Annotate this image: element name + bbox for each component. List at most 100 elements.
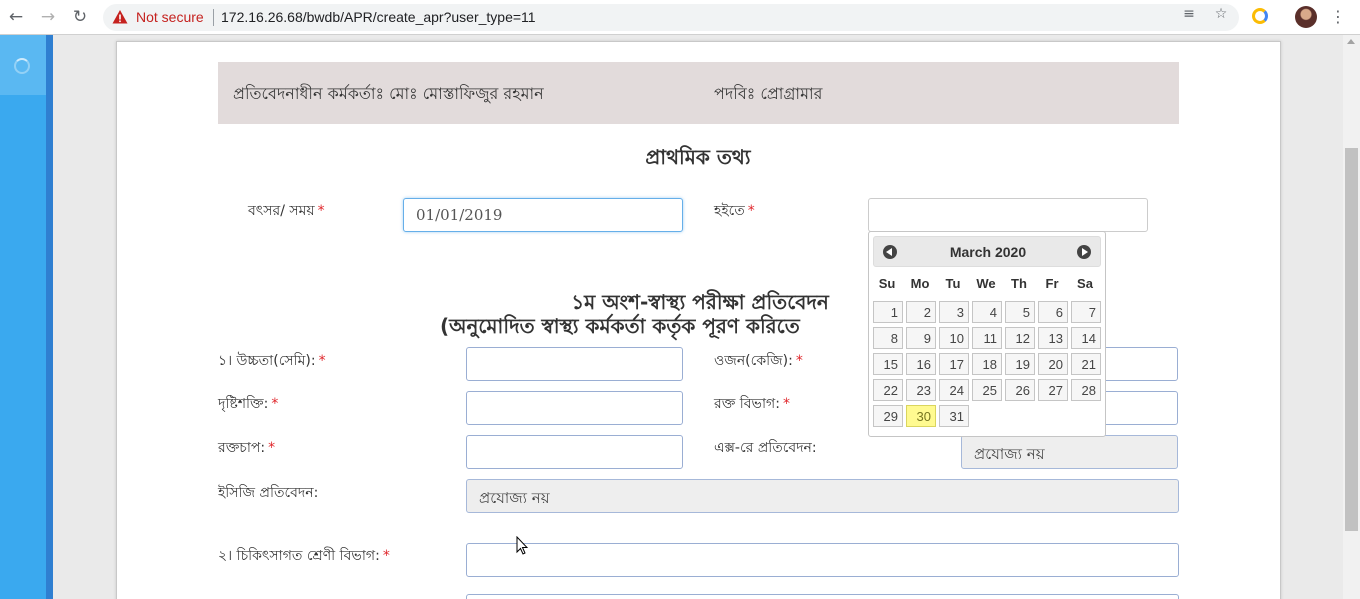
height-label: ১। উচ্চতা(সেমি): *: [218, 349, 326, 373]
weekday-header: Su: [878, 276, 896, 291]
blood-pressure-input[interactable]: [466, 435, 683, 469]
calendar-day[interactable]: 20: [1038, 353, 1068, 375]
medical-class-label-text: ২। চিকিৎসাগত শ্রেণী বিভাগ:: [218, 548, 380, 564]
calendar-day[interactable]: 15: [873, 353, 903, 375]
security-status[interactable]: Not secure: [136, 9, 204, 25]
next-month-icon[interactable]: [1077, 245, 1091, 259]
calendar-day[interactable]: 17: [939, 353, 969, 375]
weekday-header: Fr: [1045, 276, 1059, 291]
ecg-label: ইসিজি প্রতিবেদন:: [218, 485, 319, 501]
ecg-input[interactable]: প্রযোজ্য নয়: [466, 479, 1179, 513]
calendar-day[interactable]: 9: [906, 327, 936, 349]
calendar-day[interactable]: 31: [939, 405, 969, 427]
xray-input[interactable]: প্রযোজ্য নয়: [961, 435, 1178, 469]
datepicker-header: March 2020: [873, 236, 1101, 267]
calendar-day[interactable]: 10: [939, 327, 969, 349]
calendar-day[interactable]: 24: [939, 379, 969, 401]
calendar-day[interactable]: 14: [1071, 327, 1101, 349]
calendar-day[interactable]: 27: [1038, 379, 1068, 401]
weekday-header: Th: [1011, 276, 1027, 291]
year-label-text: বৎসর/ সময়: [248, 203, 315, 219]
eyesight-input[interactable]: [466, 391, 683, 425]
datepicker-month: March 2020: [949, 244, 1027, 260]
blood-pressure-label-text: রক্তচাপ:: [218, 440, 266, 456]
section-subtitle-health-report: (অনুমোদিত স্বাস্থ্য কর্মকর্তা কর্তৃক পূর…: [440, 314, 800, 338]
page-gutter: [53, 35, 116, 599]
datepicker: March 2020 Su Mo Tu We Th Fr Sa 1 2 3 4 5 6 7 8 9 10 11 12…: [868, 231, 1106, 437]
page-viewport: প্রতিবেদনাধীন কর্মকর্তাঃ মোঃ মোস্তাফিজুর…: [0, 35, 1360, 599]
forward-arrow-icon[interactable]: →: [37, 6, 59, 28]
blood-pressure-label: রক্তচাপ: *: [218, 436, 275, 460]
officer-info-bar: প্রতিবেদনাধীন কর্মকর্তাঃ মোঃ মোস্তাফিজুর…: [218, 62, 1179, 124]
browser-toolbar: ← → ↻ Not secure 172.16.26.68/bwdb/APR/c…: [0, 0, 1360, 35]
officer-name-label: প্রতিবেদনাধীন কর্মকর্তাঃ মোঃ মোস্তাফিজুর…: [233, 84, 544, 103]
extension-icon[interactable]: [1252, 8, 1268, 24]
calendar-day-today[interactable]: 30: [906, 405, 936, 427]
weekday-header: Sa: [1077, 276, 1093, 291]
medical-class-input[interactable]: [466, 543, 1179, 577]
sidebar: [0, 35, 46, 599]
height-input[interactable]: [466, 347, 683, 381]
mouse-cursor-icon: [516, 536, 528, 555]
star-icon[interactable]: ☆: [1213, 6, 1229, 22]
scroll-up-icon[interactable]: [1347, 39, 1355, 44]
calendar-day[interactable]: 18: [972, 353, 1002, 375]
from-label-text: হইতে: [714, 203, 745, 219]
url-text[interactable]: 172.16.26.68/bwdb/APR/create_apr?user_ty…: [221, 9, 536, 25]
calendar-day[interactable]: 4: [972, 301, 1002, 323]
next-field-input[interactable]: [466, 594, 1179, 599]
warning-icon: [112, 10, 128, 24]
loading-spinner-icon: [14, 58, 30, 74]
calendar-day[interactable]: 28: [1071, 379, 1101, 401]
divider: [213, 9, 214, 26]
calendar-day[interactable]: 29: [873, 405, 903, 427]
sidebar-header: [0, 35, 46, 95]
required-mark: *: [268, 440, 276, 456]
eyesight-label-text: দৃষ্টিশক্তি:: [218, 396, 269, 412]
calendar-day[interactable]: 7: [1071, 301, 1101, 323]
required-mark: *: [317, 203, 325, 219]
sidebar-edge: [46, 35, 53, 599]
required-mark: *: [318, 353, 326, 369]
blood-group-label-text: রক্ত বিভাগ:: [714, 396, 780, 412]
medical-class-label: ২। চিকিৎসাগত শ্রেণী বিভাগ: *: [218, 544, 390, 568]
year-input[interactable]: 01/01/2019: [403, 198, 683, 232]
designation-label: পদবিঃ প্রোগ্রামার: [714, 84, 823, 103]
weight-label: ওজন(কেজি): *: [714, 349, 803, 373]
weekday-header: Mo: [910, 276, 930, 291]
avatar[interactable]: [1295, 6, 1317, 28]
reload-icon[interactable]: ↻: [69, 6, 91, 28]
calendar-day[interactable]: 16: [906, 353, 936, 375]
section-title-basic-info: প্রাথমিক তথ্য: [645, 145, 751, 169]
calendar-day[interactable]: 25: [972, 379, 1002, 401]
calendar-day[interactable]: 26: [1005, 379, 1035, 401]
calendar-day[interactable]: 11: [972, 327, 1002, 349]
calendar-day[interactable]: 1: [873, 301, 903, 323]
blood-group-label: রক্ত বিভাগ: *: [714, 392, 790, 416]
required-mark: *: [795, 353, 803, 369]
weekday-header: Tu: [945, 276, 961, 291]
from-date-input[interactable]: [868, 198, 1148, 232]
calendar-day[interactable]: 21: [1071, 353, 1101, 375]
menu-kebab-icon[interactable]: ⋮: [1330, 7, 1346, 27]
scrollbar[interactable]: [1343, 35, 1360, 599]
calendar-day[interactable]: 19: [1005, 353, 1035, 375]
required-mark: *: [747, 203, 755, 219]
eyesight-label: দৃষ্টিশক্তি: *: [218, 392, 278, 416]
calendar-day[interactable]: 22: [873, 379, 903, 401]
calendar-day[interactable]: 5: [1005, 301, 1035, 323]
translate-icon[interactable]: ≡: [1181, 6, 1197, 22]
calendar-day[interactable]: 12: [1005, 327, 1035, 349]
required-mark: *: [271, 396, 279, 412]
calendar-day[interactable]: 23: [906, 379, 936, 401]
scrollbar-thumb[interactable]: [1345, 148, 1358, 531]
calendar-day[interactable]: 2: [906, 301, 936, 323]
calendar-day[interactable]: 3: [939, 301, 969, 323]
calendar-day[interactable]: 8: [873, 327, 903, 349]
calendar-day[interactable]: 13: [1038, 327, 1068, 349]
calendar-day[interactable]: 6: [1038, 301, 1068, 323]
back-arrow-icon[interactable]: ←: [5, 6, 27, 28]
address-bar[interactable]: Not secure 172.16.26.68/bwdb/APR/create_…: [103, 4, 1239, 31]
from-label: হইতে *: [714, 199, 755, 223]
height-label-text: ১। উচ্চতা(সেমি):: [218, 353, 316, 369]
